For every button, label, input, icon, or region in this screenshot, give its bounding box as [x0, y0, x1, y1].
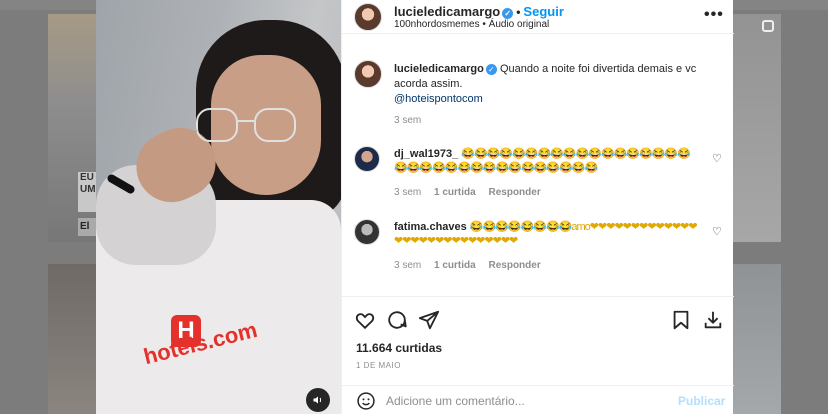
post-actions: 11.664 curtidas 1 DE MAIO Publicar — [342, 296, 734, 414]
avatar[interactable] — [354, 146, 380, 172]
like-heart-icon[interactable] — [354, 309, 376, 331]
comment-username[interactable]: dj_wal1973_ — [394, 148, 458, 160]
post-date: 1 DE MAIO — [356, 361, 401, 370]
post-header: lucieledicamargo ✓ • Seguir 100nhordosmemes… — [342, 0, 734, 34]
like-comment-heart-icon[interactable]: ♡ — [712, 225, 722, 238]
author-username[interactable]: lucieledicamargo — [394, 4, 500, 19]
more-options-button[interactable]: ••• — [704, 6, 724, 24]
comment-icon[interactable] — [386, 309, 408, 331]
save-bookmark-icon[interactable] — [670, 309, 692, 331]
like-comment-heart-icon[interactable]: ♡ — [712, 152, 722, 165]
caption-time: 3 sem — [394, 115, 422, 126]
background-post-thumbnail[interactable] — [733, 264, 781, 414]
reel-icon — [762, 20, 774, 32]
verified-badge-icon: ✓ — [485, 64, 497, 75]
comment-input[interactable] — [386, 391, 656, 411]
caption-mention-link[interactable]: @hoteispontocom — [394, 93, 483, 105]
comment-username[interactable]: fatima.chaves — [394, 221, 467, 233]
avatar[interactable] — [354, 60, 382, 88]
comments-list[interactable]: lucieledicamargo ✓ Quando a noite foi div… — [342, 48, 734, 296]
comment-composer: Publicar — [342, 385, 734, 414]
avatar[interactable] — [354, 3, 382, 31]
comment-time: 3 sem — [394, 187, 422, 198]
emoji-smile-icon[interactable] — [356, 391, 376, 411]
audio-line[interactable]: 100nhordosmemes • Áudio original — [394, 19, 549, 30]
post-side-panel: lucieledicamargo ✓ • Seguir 100nhordosmemes… — [341, 0, 734, 414]
share-paper-plane-icon[interactable] — [418, 309, 440, 331]
background-post-thumbnail[interactable] — [48, 264, 98, 414]
post-modal: H hoteis.com lucieledicamargo ✓ • Seguir 10… — [96, 0, 734, 414]
download-icon[interactable] — [702, 309, 724, 331]
comment-likes-link[interactable]: 1 curtida — [434, 260, 476, 271]
follow-button[interactable]: Seguir — [523, 4, 563, 19]
speaker-icon — [313, 396, 322, 404]
post-video[interactable]: H hoteis.com — [96, 0, 341, 414]
video-glasses — [196, 108, 316, 144]
likes-count[interactable]: 11.664 curtidas — [356, 341, 442, 355]
verified-badge-icon: ✓ — [502, 8, 514, 19]
reply-button[interactable]: Responder — [488, 187, 540, 198]
reply-button[interactable]: Responder — [488, 260, 540, 271]
separator-dot: • — [516, 5, 521, 19]
comment-likes-link[interactable]: 1 curtida — [434, 187, 476, 198]
publish-button[interactable]: Publicar — [678, 394, 725, 408]
caption-username[interactable]: lucieledicamargo — [394, 63, 484, 75]
mute-button[interactable] — [306, 388, 330, 412]
avatar[interactable] — [354, 219, 380, 245]
comment-time: 3 sem — [394, 260, 422, 271]
background-post-thumbnail[interactable] — [733, 14, 781, 242]
